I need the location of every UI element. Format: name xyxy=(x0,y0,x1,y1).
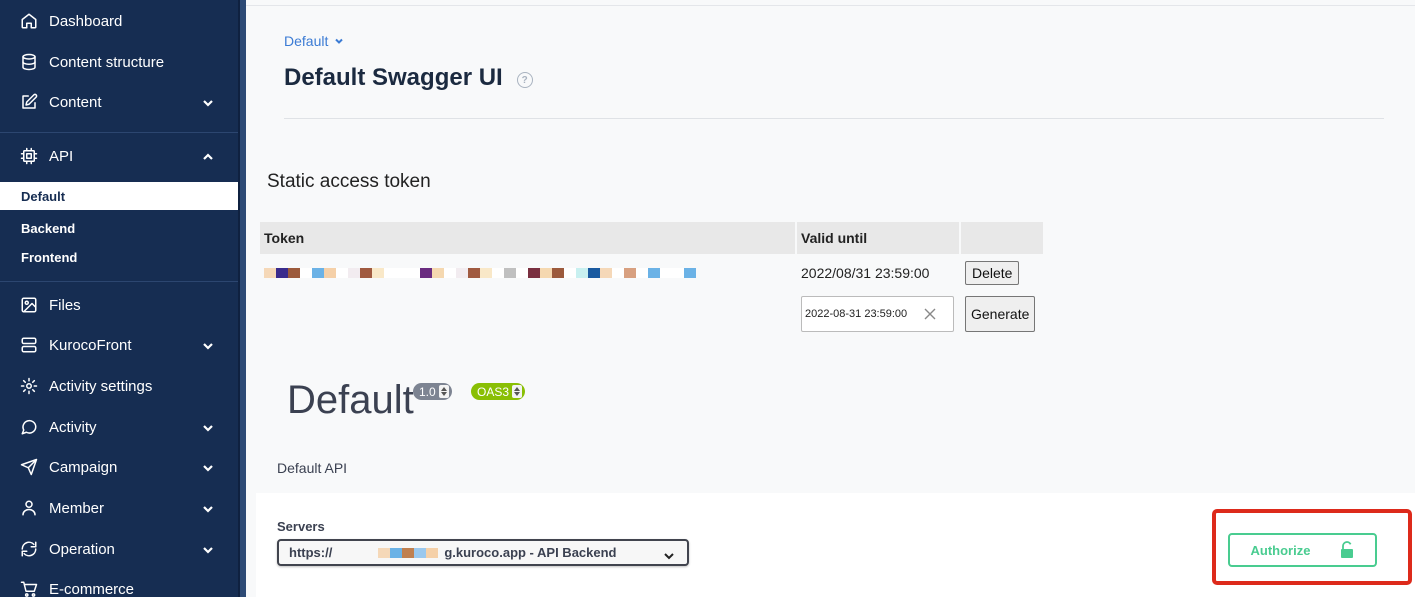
breadcrumb-label: Default xyxy=(284,33,329,49)
sidebar-item-label: Dashboard xyxy=(49,12,123,30)
valid-until-column-header: Valid until xyxy=(797,222,959,254)
cart-icon xyxy=(20,580,38,597)
sidebar-item-label: API xyxy=(49,147,74,165)
token-table: Token Valid until 2022/08/31 23:59:00 De… xyxy=(258,222,1045,336)
sidebar-divider xyxy=(0,132,238,133)
sidebar-item-label: Member xyxy=(49,499,105,517)
sidebar-item-dashboard[interactable]: Dashboard xyxy=(0,1,238,41)
sidebar-item-ecommerce[interactable]: E-commerce xyxy=(0,569,238,597)
database-icon xyxy=(20,53,38,71)
chat-icon xyxy=(20,418,38,436)
chevron-down-icon xyxy=(202,461,214,473)
top-divider xyxy=(246,5,1415,6)
server-url-prefix: https:// xyxy=(289,545,333,560)
home-icon xyxy=(20,12,38,30)
valid-until-cell: 2022/08/31 23:59:00 xyxy=(801,265,930,281)
sidebar-item-activity[interactable]: Activity xyxy=(0,407,238,447)
sidebar-item-files[interactable]: Files xyxy=(0,285,238,325)
gear-icon xyxy=(20,377,38,395)
version-badge-text: 1.0 xyxy=(419,384,436,399)
help-icon[interactable]: ? xyxy=(516,72,533,88)
chip-icon xyxy=(20,147,38,165)
edit-icon xyxy=(20,93,38,111)
breadcrumb[interactable]: Default xyxy=(284,33,344,49)
image-icon xyxy=(20,296,38,314)
swagger-title: Default xyxy=(287,378,414,422)
sidebar-item-operation[interactable]: Operation xyxy=(0,529,238,569)
oas-badge: OAS3 xyxy=(471,383,526,400)
sidebar-item-label: Activity xyxy=(49,418,97,436)
server-url-suffix: g.kuroco.app - API Backend xyxy=(444,545,617,560)
title-divider xyxy=(284,118,1384,119)
spinner-icon xyxy=(438,385,449,398)
date-input-value: 2022-08-31 23:59:00 xyxy=(805,308,908,320)
sidebar-item-label: Files xyxy=(49,296,81,314)
sidebar: Dashboard Content structure Content API … xyxy=(0,0,238,597)
sidebar-item-member[interactable]: Member xyxy=(0,488,238,528)
chevron-down-icon xyxy=(202,502,214,514)
empty-cell xyxy=(260,292,795,336)
chevron-down-icon xyxy=(335,38,344,44)
sidebar-scrollbar[interactable] xyxy=(238,0,246,597)
valid-until-date-input[interactable]: 2022-08-31 23:59:00 xyxy=(801,296,954,332)
table-row: 2022/08/31 23:59:00 Delete xyxy=(260,254,1043,292)
static-token-heading: Static access token xyxy=(267,171,431,192)
spinner-icon xyxy=(512,385,523,398)
sidebar-item-label: Activity settings xyxy=(49,377,153,395)
sidebar-item-label: E-commerce xyxy=(49,580,135,597)
oas-badge-text: OAS3 xyxy=(477,384,510,399)
page-title-text: Default Swagger UI xyxy=(284,64,503,91)
chevron-down-icon xyxy=(202,96,214,108)
delete-cell: Delete xyxy=(961,254,1043,292)
sidebar-item-label: KurocoFront xyxy=(49,336,132,354)
server-select[interactable]: https:// g.kuroco.app - API Backend xyxy=(277,539,689,566)
authorize-button[interactable]: Authorize xyxy=(1228,533,1377,567)
chevron-down-icon xyxy=(202,543,214,555)
table-row: 2022-08-31 23:59:00 Generate xyxy=(260,292,1043,336)
sidebar-item-label: Operation xyxy=(49,540,115,558)
sidebar-item-content[interactable]: Content xyxy=(0,82,238,122)
chevron-down-icon xyxy=(663,549,675,560)
actions-column-header xyxy=(961,222,1043,254)
close-icon[interactable] xyxy=(923,307,937,321)
chevron-down-icon xyxy=(202,339,214,351)
unlock-icon xyxy=(1341,541,1354,558)
sidebar-item-campaign[interactable]: Campaign xyxy=(0,447,238,487)
page-title: Default Swagger UI ? xyxy=(284,64,533,92)
sidebar-subitem-default[interactable]: Default xyxy=(0,182,238,210)
generate-cell: Generate xyxy=(961,292,1043,336)
masked-host xyxy=(378,547,439,558)
swagger-description: Default API xyxy=(277,460,348,476)
authorize-label: Authorize xyxy=(1250,542,1311,558)
sidebar-item-label: Campaign xyxy=(49,458,118,476)
sidebar-subitem-frontend[interactable]: Frontend xyxy=(0,243,238,271)
version-badge: 1.0 xyxy=(413,383,452,400)
send-icon xyxy=(20,458,38,476)
chevron-up-icon xyxy=(202,150,214,162)
sidebar-divider xyxy=(0,281,238,282)
masked-token xyxy=(264,268,791,278)
refresh-icon xyxy=(20,540,38,558)
delete-button[interactable]: Delete xyxy=(965,261,1020,285)
token-column-header: Token xyxy=(260,222,795,254)
sidebar-item-label: Content xyxy=(49,93,102,111)
token-value-masked xyxy=(260,254,795,292)
server-icon xyxy=(20,336,38,354)
sidebar-item-kurocofront[interactable]: KurocoFront xyxy=(0,325,238,365)
servers-label: Servers xyxy=(277,519,325,534)
generate-button[interactable]: Generate xyxy=(965,296,1036,332)
chevron-down-icon xyxy=(202,421,214,433)
servers-panel: Servers https:// g.kuroco.app - API Back… xyxy=(256,493,1415,597)
sidebar-item-label: Content structure xyxy=(49,53,165,71)
user-icon xyxy=(20,499,38,517)
sidebar-item-content-structure[interactable]: Content structure xyxy=(0,42,238,82)
date-input-cell: 2022-08-31 23:59:00 xyxy=(797,292,959,336)
sidebar-item-activity-settings[interactable]: Activity settings xyxy=(0,366,238,406)
sidebar-subitem-backend[interactable]: Backend xyxy=(0,214,238,242)
sidebar-item-api[interactable]: API xyxy=(0,136,238,176)
main-content: Default Default Swagger UI ? Static acce… xyxy=(246,0,1415,597)
